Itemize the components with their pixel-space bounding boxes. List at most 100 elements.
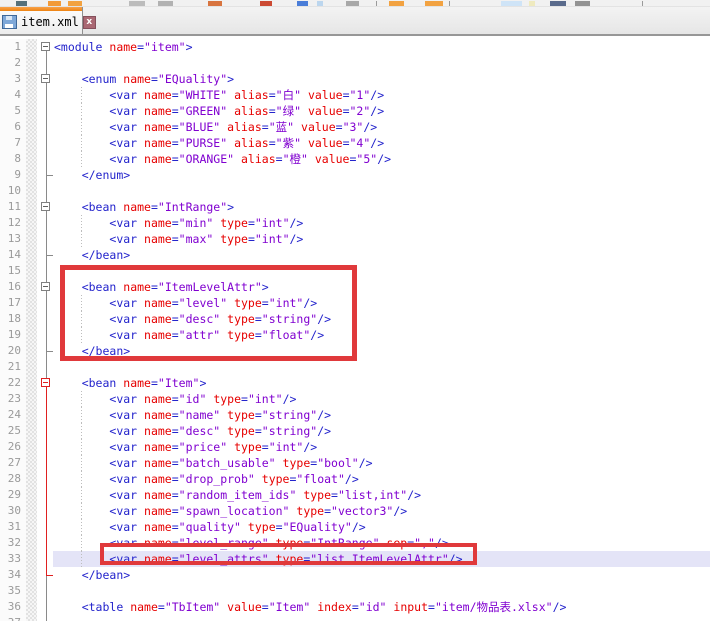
fold-collapse-marker[interactable] — [41, 282, 50, 291]
code-line[interactable]: <bean name="IntRange"> — [53, 199, 710, 215]
line-number: 29 — [0, 487, 26, 503]
fold-margin — [37, 55, 53, 71]
code-editor[interactable]: 1<module name="item">23 <enum name="EQua… — [0, 36, 710, 621]
toolbar-icon-fragment — [425, 1, 443, 6]
bookmark-margin — [26, 455, 37, 471]
fold-collapse-marker[interactable] — [41, 74, 50, 83]
line-number: 35 — [0, 583, 26, 599]
code-line[interactable]: <table name="TbItem" value="Item" index=… — [53, 599, 710, 615]
fold-margin — [37, 279, 53, 295]
line-number: 11 — [0, 199, 26, 215]
code-line[interactable] — [53, 55, 710, 71]
fold-margin — [37, 135, 53, 151]
code-line[interactable]: <var name="level_range" type="IntRange" … — [53, 535, 710, 551]
fold-collapse-marker[interactable] — [41, 42, 50, 51]
fold-margin — [37, 295, 53, 311]
fold-margin — [37, 567, 53, 583]
code-line[interactable] — [53, 615, 710, 621]
code-line[interactable]: <var name="price" type="int"/> — [53, 439, 710, 455]
fold-margin — [37, 423, 53, 439]
code-row: 23 <var name="id" type="int"/> — [0, 391, 710, 407]
code-line[interactable]: <bean name="Item"> — [53, 375, 710, 391]
bookmark-margin — [26, 183, 37, 199]
code-line[interactable]: <var name="level" type="int"/> — [53, 295, 710, 311]
code-line[interactable]: <var name="level_attrs" type="list,ItemL… — [53, 551, 710, 567]
bookmark-margin — [26, 263, 37, 279]
code-line[interactable]: <var name="name" type="string"/> — [53, 407, 710, 423]
indent-guide — [81, 455, 82, 471]
indent-guide — [81, 87, 82, 103]
code-line[interactable]: <var name="ORANGE" alias="橙" value="5"/> — [53, 151, 710, 167]
fold-collapse-marker[interactable] — [41, 378, 50, 387]
bookmark-margin — [26, 567, 37, 583]
code-line[interactable]: <module name="item"> — [53, 39, 710, 55]
toolbar-icon-fragment — [158, 1, 173, 6]
code-line[interactable]: </bean> — [53, 247, 710, 263]
code-line[interactable]: </enum> — [53, 167, 710, 183]
line-number: 33 — [0, 551, 26, 567]
code-line[interactable] — [53, 359, 710, 375]
bookmark-margin — [26, 471, 37, 487]
line-number: 16 — [0, 279, 26, 295]
code-line[interactable]: <bean name="ItemLevelAttr"> — [53, 279, 710, 295]
code-row: 15 — [0, 263, 710, 279]
fold-margin — [37, 87, 53, 103]
toolbar-icon-fragment — [501, 1, 522, 6]
close-icon[interactable]: x — [83, 16, 96, 29]
code-line[interactable]: <var name="BLUE" alias="蓝" value="3"/> — [53, 119, 710, 135]
code-line[interactable]: <enum name="EQuality"> — [53, 71, 710, 87]
code-line[interactable]: <var name="drop_prob" type="float"/> — [53, 471, 710, 487]
line-number: 2 — [0, 55, 26, 71]
code-row: 5 <var name="GREEN" alias="绿" value="2"/… — [0, 103, 710, 119]
code-line[interactable]: <var name="batch_usable" type="bool"/> — [53, 455, 710, 471]
indent-guide — [81, 519, 82, 535]
code-row: 26 <var name="price" type="int"/> — [0, 439, 710, 455]
bookmark-margin — [26, 439, 37, 455]
fold-margin — [37, 231, 53, 247]
code-line[interactable] — [53, 263, 710, 279]
code-line[interactable]: <var name="quality" type="EQuality"/> — [53, 519, 710, 535]
code-line[interactable]: <var name="max" type="int"/> — [53, 231, 710, 247]
code-line[interactable]: <var name="desc" type="string"/> — [53, 311, 710, 327]
fold-collapse-marker[interactable] — [41, 202, 50, 211]
line-number: 31 — [0, 519, 26, 535]
bookmark-margin — [26, 87, 37, 103]
code-row: 16 <bean name="ItemLevelAttr"> — [0, 279, 710, 295]
code-line[interactable]: </bean> — [53, 343, 710, 359]
code-line[interactable]: <var name="id" type="int"/> — [53, 391, 710, 407]
code-line[interactable] — [53, 583, 710, 599]
code-row: 17 <var name="level" type="int"/> — [0, 295, 710, 311]
fold-margin — [37, 39, 53, 55]
code-line[interactable]: <var name="min" type="int"/> — [53, 215, 710, 231]
bookmark-margin — [26, 231, 37, 247]
fold-margin — [37, 343, 53, 359]
code-row: 13 <var name="max" type="int"/> — [0, 231, 710, 247]
code-line[interactable]: <var name="spawn_location" type="vector3… — [53, 503, 710, 519]
bookmark-margin — [26, 535, 37, 551]
tab-item-xml[interactable]: item.xml x — [0, 7, 83, 34]
line-number: 28 — [0, 471, 26, 487]
bookmark-margin — [26, 583, 37, 599]
fold-margin — [37, 183, 53, 199]
bookmark-margin — [26, 599, 37, 615]
code-line[interactable]: <var name="desc" type="string"/> — [53, 423, 710, 439]
bookmark-margin — [26, 103, 37, 119]
code-line[interactable]: <var name="PURSE" alias="紫" value="4"/> — [53, 135, 710, 151]
line-number: 21 — [0, 359, 26, 375]
code-line[interactable]: <var name="GREEN" alias="绿" value="2"/> — [53, 103, 710, 119]
indent-guide — [81, 327, 82, 343]
line-number: 4 — [0, 87, 26, 103]
code-line[interactable]: <var name="random_item_ids" type="list,i… — [53, 487, 710, 503]
line-number: 9 — [0, 167, 26, 183]
code-line[interactable]: </bean> — [53, 567, 710, 583]
fold-margin — [37, 263, 53, 279]
code-line[interactable]: <var name="attr" type="float"/> — [53, 327, 710, 343]
fold-margin — [37, 407, 53, 423]
fold-margin — [37, 599, 53, 615]
line-number: 18 — [0, 311, 26, 327]
line-number: 19 — [0, 327, 26, 343]
bookmark-margin — [26, 487, 37, 503]
line-number: 13 — [0, 231, 26, 247]
code-line[interactable]: <var name="WHITE" alias="白" value="1"/> — [53, 87, 710, 103]
code-line[interactable] — [53, 183, 710, 199]
